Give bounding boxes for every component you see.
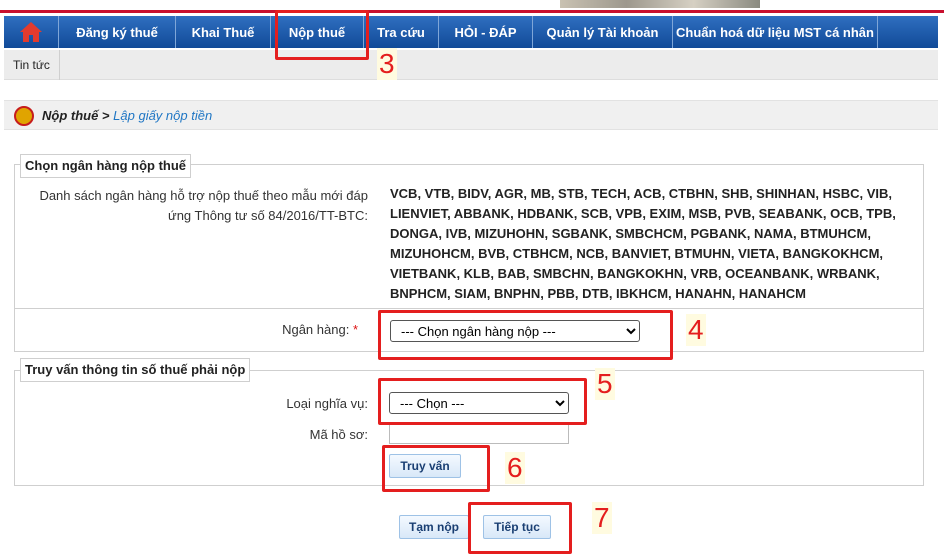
bank-label: Ngân hàng: * [200, 322, 358, 337]
tab-tin-tuc[interactable]: Tin tức [4, 50, 60, 80]
temp-pay-button[interactable]: Tạm nộp [399, 515, 469, 539]
home-icon [20, 22, 42, 42]
annotation-number-6: 6 [505, 452, 525, 484]
sub-nav: Tin tức [4, 50, 938, 80]
breadcrumb-link[interactable]: Lập giấy nộp tiền [113, 108, 212, 123]
bank-list: VCB, VTB, BIDV, AGR, MB, STB, TECH, ACB,… [390, 186, 896, 301]
main-nav: Đăng ký thuế Khai Thuế Nộp thuế Tra cứu … [4, 16, 938, 48]
annotation-number-3: 3 [377, 48, 397, 80]
banner-image [560, 0, 760, 8]
annotation-number-7: 7 [592, 502, 612, 534]
annotation-box-5 [378, 378, 587, 425]
nav-home[interactable] [4, 16, 59, 48]
banner-divider [0, 10, 944, 13]
breadcrumb: Nộp thuế > Lập giấy nộp tiền [4, 100, 938, 130]
bank-list-label: Danh sách ngân hàng hỗ trợ nộp thuế theo… [39, 188, 368, 223]
breadcrumb-current: Nộp thuế > [42, 108, 110, 123]
nav-item-quan-ly-tai-khoan[interactable]: Quản lý Tài khoản [533, 16, 673, 48]
annotation-number-4: 4 [686, 314, 706, 346]
record-label: Mã hồ sơ: [309, 427, 368, 442]
obligation-label: Loại nghĩa vụ: [286, 396, 368, 411]
nav-item-chuan-hoa-mst[interactable]: Chuẩn hoá dữ liệu MST cá nhân [673, 16, 878, 48]
required-mark: * [352, 322, 358, 337]
top-banner [0, 0, 944, 13]
annotation-box-7 [468, 502, 572, 554]
record-input[interactable] [389, 424, 569, 444]
nav-item-dang-ky-thue[interactable]: Đăng ký thuế [59, 16, 176, 48]
nav-item-tra-cuu[interactable]: Tra cứu [364, 16, 439, 48]
bank-legend: Chọn ngân hàng nộp thuế [20, 154, 192, 178]
emblem-icon [14, 106, 34, 126]
annotation-box-4 [378, 310, 673, 360]
annotation-box-3 [275, 10, 369, 60]
query-legend: Truy vấn thông tin số thuế phải nộp [20, 358, 251, 382]
nav-item-hoi-dap[interactable]: HỎI - ĐÁP [439, 16, 533, 48]
bank-label-text: Ngân hàng: [282, 322, 350, 337]
nav-item-khai-thue[interactable]: Khai Thuế [176, 16, 271, 48]
annotation-number-5: 5 [595, 368, 615, 400]
annotation-box-6 [382, 445, 490, 492]
